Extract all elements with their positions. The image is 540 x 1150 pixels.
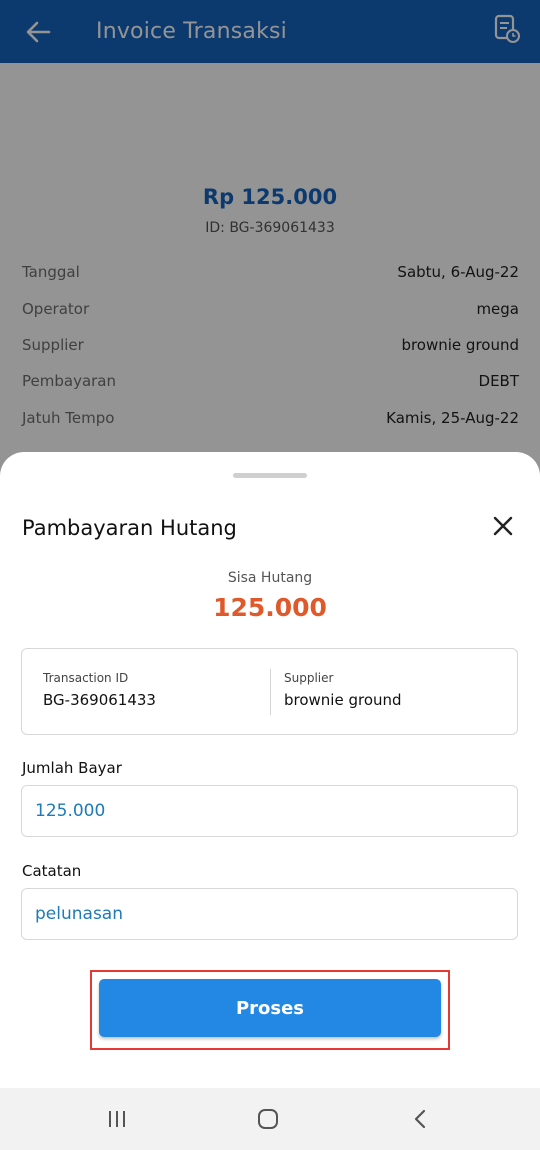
supplier-value: brownie ground bbox=[284, 691, 402, 709]
info-divider bbox=[270, 669, 271, 715]
system-nav-bar bbox=[0, 1088, 540, 1150]
transaction-id-value: BG-369061433 bbox=[43, 691, 156, 709]
jumlah-bayar-label: Jumlah Bayar bbox=[22, 759, 122, 777]
close-icon[interactable] bbox=[489, 512, 517, 540]
nav-back-icon[interactable] bbox=[405, 1104, 435, 1134]
catatan-label: Catatan bbox=[22, 862, 82, 880]
sisa-hutang-value: 125.000 bbox=[213, 593, 327, 622]
sisa-hutang-label: Sisa Hutang bbox=[227, 570, 313, 586]
transaction-id-label: Transaction ID bbox=[43, 671, 129, 685]
recent-apps-icon[interactable] bbox=[102, 1104, 132, 1134]
supplier-block: Supplier brownie ground bbox=[284, 671, 402, 709]
jumlah-bayar-input[interactable] bbox=[22, 786, 517, 836]
home-icon[interactable] bbox=[253, 1104, 283, 1134]
payment-bottom-sheet: Pambayaran Hutang Sisa Hutang 125.000 Tr… bbox=[0, 452, 540, 1088]
supplier-label: Supplier bbox=[284, 671, 334, 685]
jumlah-bayar-field bbox=[21, 785, 518, 837]
drag-handle[interactable] bbox=[233, 473, 307, 478]
catatan-field bbox=[21, 888, 518, 940]
highlight-box: Proses bbox=[90, 970, 450, 1050]
catatan-input[interactable] bbox=[22, 889, 517, 939]
proses-button[interactable]: Proses bbox=[99, 979, 441, 1037]
transaction-info-card: Transaction ID BG-369061433 Supplier bro… bbox=[21, 648, 518, 735]
transaction-id-block: Transaction ID BG-369061433 bbox=[43, 671, 156, 709]
sheet-title: Pambayaran Hutang bbox=[22, 516, 237, 540]
